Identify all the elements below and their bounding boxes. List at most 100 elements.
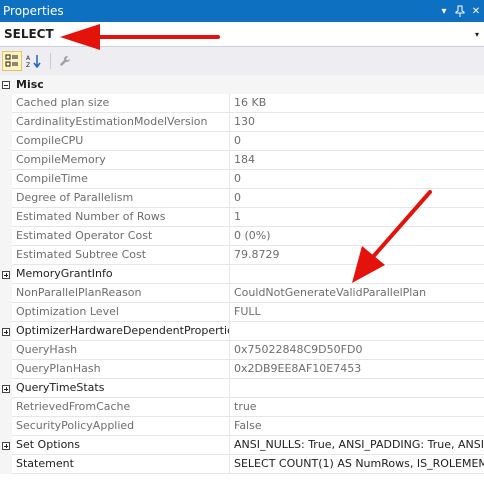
property-name: QueryHash — [12, 341, 230, 360]
property-name: Estimated Subtree Cost — [12, 246, 230, 265]
window-menu-dropdown-icon[interactable]: ▾ — [436, 0, 452, 22]
row-gutter — [0, 189, 12, 208]
categorized-icon — [5, 54, 18, 67]
expand-icon[interactable] — [2, 384, 10, 393]
property-value[interactable] — [230, 265, 484, 284]
property-row[interactable]: NonParallelPlanReason CouldNotGenerateVa… — [0, 284, 484, 303]
property-row[interactable]: Statement SELECT COUNT(1) AS NumRows, IS… — [0, 455, 484, 474]
window-title: Properties — [3, 4, 64, 18]
property-value[interactable]: true — [230, 398, 484, 417]
property-row[interactable]: QueryHash 0x75022848C9D50FD0 — [0, 341, 484, 360]
property-name: Set Options — [12, 436, 230, 455]
category-label: Misc — [12, 75, 484, 94]
row-gutter — [0, 151, 12, 170]
property-row-expandable[interactable]: QueryTimeStats — [0, 379, 484, 398]
property-value[interactable]: 0x75022848C9D50FD0 — [230, 341, 484, 360]
row-gutter — [0, 227, 12, 246]
row-gutter — [0, 94, 12, 113]
row-gutter — [0, 455, 12, 474]
property-name: CardinalityEstimationModelVersion — [12, 113, 230, 132]
expand-toggle[interactable] — [0, 322, 12, 341]
property-value[interactable]: CouldNotGenerateValidParallelPlan — [230, 284, 484, 303]
alphabetical-icon: A Z — [26, 55, 41, 68]
expand-toggle[interactable] — [0, 379, 12, 398]
property-value[interactable]: 0 — [230, 132, 484, 151]
property-pages-button[interactable] — [55, 51, 75, 71]
property-value[interactable]: 0 — [230, 189, 484, 208]
property-name: QueryTimeStats — [12, 379, 230, 398]
expand-icon[interactable] — [2, 441, 10, 450]
property-grid: Misc Cached plan size 16 KB CardinalityE… — [0, 75, 484, 480]
row-gutter — [0, 398, 12, 417]
object-selector-dropdown-icon[interactable]: ▾ — [470, 30, 484, 39]
toolbar-separator — [50, 53, 51, 69]
property-name: Statement — [12, 455, 230, 474]
property-name: CompileCPU — [12, 132, 230, 151]
row-gutter — [0, 113, 12, 132]
alphabetical-button[interactable]: A Z — [24, 51, 44, 71]
property-name: OptimizerHardwareDependentProperties — [12, 322, 230, 341]
expand-icon[interactable] — [2, 327, 10, 336]
property-row[interactable]: QueryPlanHash 0x2DB9EE8AF10E7453 — [0, 360, 484, 379]
property-row[interactable]: CompileCPU 0 — [0, 132, 484, 151]
property-row[interactable]: Estimated Subtree Cost 79.8729 — [0, 246, 484, 265]
property-row-expandable[interactable]: OptimizerHardwareDependentProperties — [0, 322, 484, 341]
property-value[interactable]: 0 (0%) — [230, 227, 484, 246]
categorized-button[interactable] — [2, 51, 22, 71]
property-name: QueryPlanHash — [12, 360, 230, 379]
properties-title-bar: Properties ▾ ✕ — [0, 0, 484, 22]
row-gutter — [0, 360, 12, 379]
property-name: SecurityPolicyApplied — [12, 417, 230, 436]
property-value[interactable]: 79.8729 — [230, 246, 484, 265]
property-name: Cached plan size — [12, 94, 230, 113]
row-gutter — [0, 132, 12, 151]
property-row[interactable]: CardinalityEstimationModelVersion 130 — [0, 113, 484, 132]
property-value[interactable]: FULL — [230, 303, 484, 322]
property-value[interactable]: 0x2DB9EE8AF10E7453 — [230, 360, 484, 379]
wrench-icon — [60, 56, 70, 66]
property-row[interactable]: CompileMemory 184 — [0, 151, 484, 170]
property-value[interactable]: False — [230, 417, 484, 436]
property-value[interactable]: SELECT COUNT(1) AS NumRows, IS_ROLEMEM — [230, 455, 484, 474]
property-name: Estimated Number of Rows — [12, 208, 230, 227]
property-value[interactable]: 0 — [230, 170, 484, 189]
selected-object-name: SELECT — [4, 27, 54, 41]
row-gutter — [0, 246, 12, 265]
property-row[interactable]: Estimated Operator Cost 0 (0%) — [0, 227, 484, 246]
collapse-icon[interactable] — [2, 80, 10, 89]
property-row-expandable[interactable]: Set Options ANSI_NULLS: True, ANSI_PADDI… — [0, 436, 484, 455]
property-value[interactable]: ANSI_NULLS: True, ANSI_PADDING: True, AN… — [230, 436, 484, 455]
row-gutter — [0, 341, 12, 360]
close-icon[interactable]: ✕ — [468, 0, 484, 22]
property-row[interactable]: Optimization Level FULL — [0, 303, 484, 322]
property-value[interactable]: 16 KB — [230, 94, 484, 113]
object-selector[interactable]: SELECT ▾ — [0, 22, 484, 47]
property-name: MemoryGrantInfo — [12, 265, 230, 284]
property-row[interactable]: SecurityPolicyApplied False — [0, 417, 484, 436]
property-value[interactable] — [230, 379, 484, 398]
property-row[interactable]: Cached plan size 16 KB — [0, 94, 484, 113]
property-value[interactable]: 130 — [230, 113, 484, 132]
property-row-expandable[interactable]: MemoryGrantInfo — [0, 265, 484, 284]
property-row[interactable]: Estimated Number of Rows 1 — [0, 208, 484, 227]
property-value[interactable]: 1 — [230, 208, 484, 227]
row-gutter — [0, 303, 12, 322]
expand-toggle[interactable] — [0, 265, 12, 284]
row-gutter — [0, 417, 12, 436]
category-misc[interactable]: Misc — [0, 75, 484, 94]
property-value[interactable]: 184 — [230, 151, 484, 170]
collapse-toggle[interactable] — [0, 75, 12, 94]
property-name: RetrievedFromCache — [12, 398, 230, 417]
expand-toggle[interactable] — [0, 436, 12, 455]
property-row[interactable]: CompileTime 0 — [0, 170, 484, 189]
row-gutter — [0, 170, 12, 189]
property-name: Estimated Operator Cost — [12, 227, 230, 246]
property-name: NonParallelPlanReason — [12, 284, 230, 303]
svg-text:Z: Z — [26, 62, 30, 68]
property-value[interactable] — [230, 322, 484, 341]
pin-icon[interactable] — [452, 0, 468, 22]
row-gutter — [0, 284, 12, 303]
property-row[interactable]: RetrievedFromCache true — [0, 398, 484, 417]
property-row[interactable]: Degree of Parallelism 0 — [0, 189, 484, 208]
expand-icon[interactable] — [2, 270, 10, 279]
